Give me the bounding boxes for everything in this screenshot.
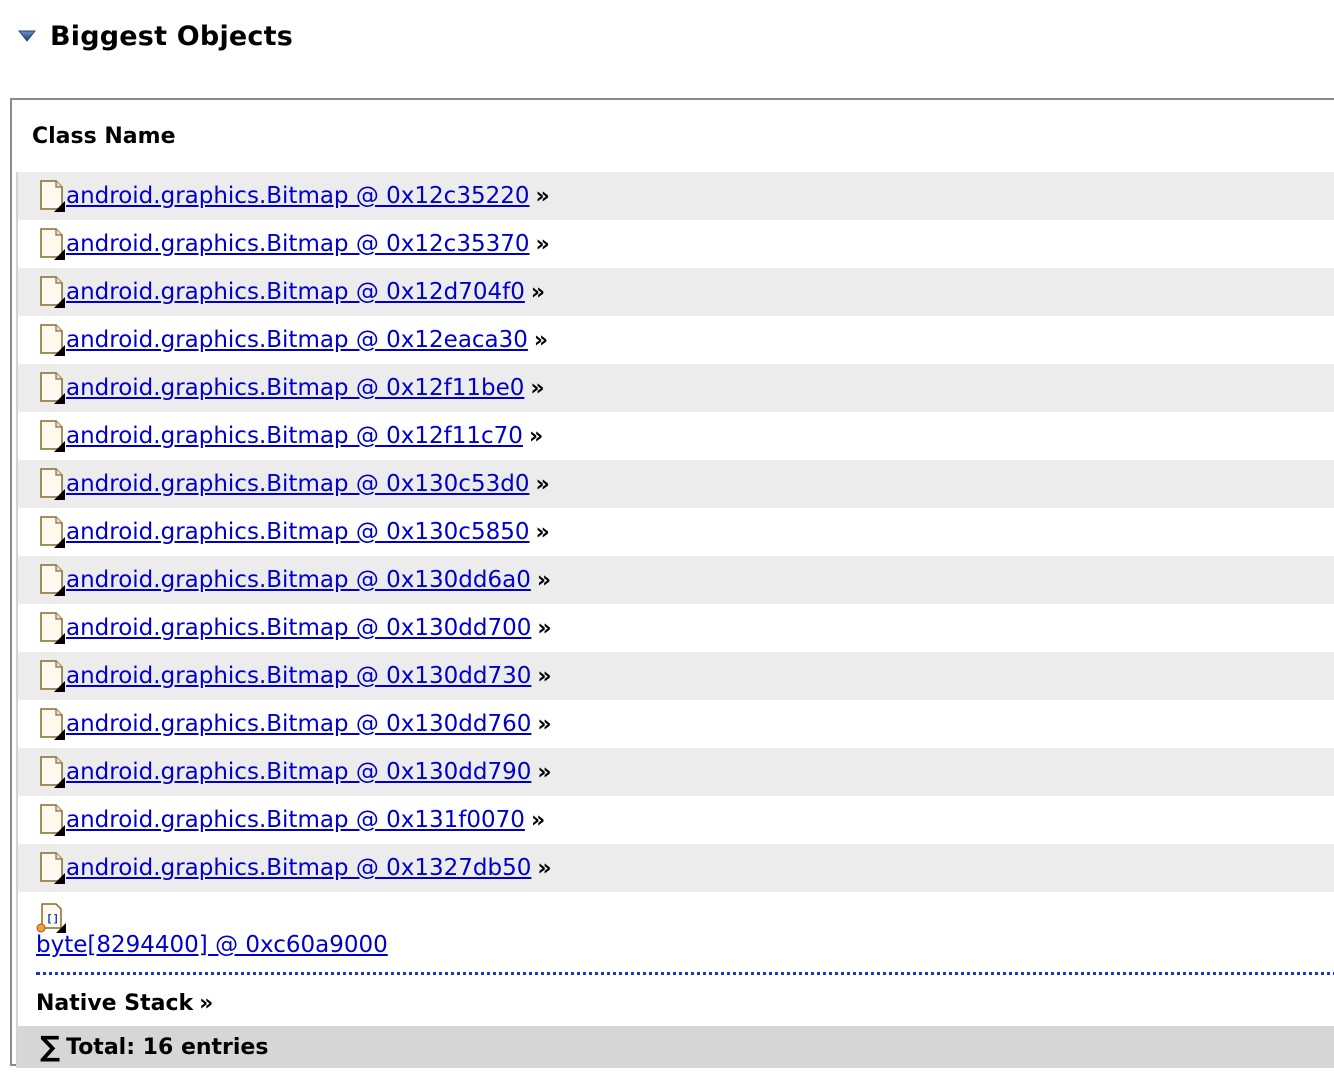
table-row: android.graphics.Bitmap @ 0x130c5850» (16, 508, 1334, 556)
object-link[interactable]: android.graphics.Bitmap @ 0x130dd700 (66, 615, 531, 641)
object-link[interactable]: android.graphics.Bitmap @ 0x130dd6a0 (66, 567, 531, 593)
table-row: android.graphics.Bitmap @ 0x12d704f0» (16, 268, 1334, 316)
table-row: android.graphics.Bitmap @ 0x12c35370» (16, 220, 1334, 268)
object-link[interactable]: android.graphics.Bitmap @ 0x12f11c70 (66, 423, 523, 449)
object-instance-icon (38, 803, 66, 837)
table-row: android.graphics.Bitmap @ 0x130dd700» (16, 604, 1334, 652)
table-row-byte-array: [] byte[8294400] @ 0xc60a9000 (16, 892, 1334, 980)
object-link[interactable]: android.graphics.Bitmap @ 0x12c35370 (66, 231, 529, 257)
table-row: android.graphics.Bitmap @ 0x130dd790» (16, 748, 1334, 796)
expand-chevron[interactable]: » (537, 760, 551, 785)
object-instance-icon (38, 659, 66, 693)
total-label: Total: 16 entries (66, 1034, 269, 1060)
object-link[interactable]: android.graphics.Bitmap @ 0x1327db50 (66, 855, 531, 881)
object-link[interactable]: android.graphics.Bitmap @ 0x131f0070 (66, 807, 525, 833)
byte-array-link[interactable]: byte[8294400] @ 0xc60a9000 (36, 932, 388, 958)
object-instance-icon (38, 371, 66, 405)
object-instance-icon (38, 515, 66, 549)
object-link[interactable]: android.graphics.Bitmap @ 0x130dd790 (66, 759, 531, 785)
biggest-objects-table: Class Name android.graphics.Bitmap @ 0x1… (10, 98, 1334, 1068)
expand-chevron[interactable]: » (531, 808, 545, 833)
expand-chevron[interactable]: » (530, 376, 544, 401)
section-title: Biggest Objects (50, 20, 294, 52)
expand-chevron[interactable]: » (535, 232, 549, 257)
table-row: android.graphics.Bitmap @ 0x131f0070» (16, 796, 1334, 844)
expand-chevron[interactable]: » (535, 184, 549, 209)
expand-chevron[interactable]: » (537, 616, 551, 641)
native-stack-expand[interactable]: » (199, 991, 213, 1016)
expand-chevron[interactable]: » (537, 568, 551, 593)
object-link[interactable]: android.graphics.Bitmap @ 0x130dd730 (66, 663, 531, 689)
table-row: android.graphics.Bitmap @ 0x12f11be0» (16, 364, 1334, 412)
object-instance-icon (38, 275, 66, 309)
object-instance-icon (38, 755, 66, 789)
table-row: android.graphics.Bitmap @ 0x130c53d0» (16, 460, 1334, 508)
object-instance-icon (38, 707, 66, 741)
object-link[interactable]: android.graphics.Bitmap @ 0x12d704f0 (66, 279, 525, 305)
object-link[interactable]: android.graphics.Bitmap @ 0x12eaca30 (66, 327, 528, 353)
object-link[interactable]: android.graphics.Bitmap @ 0x130c5850 (66, 519, 529, 545)
expand-chevron[interactable]: » (535, 472, 549, 497)
expand-chevron[interactable]: » (537, 664, 551, 689)
object-link[interactable]: android.graphics.Bitmap @ 0x130dd760 (66, 711, 531, 737)
object-instance-icon (38, 227, 66, 261)
total-row: ∑ Total: 16 entries (16, 1026, 1334, 1068)
expand-chevron[interactable]: » (535, 520, 549, 545)
expand-chevron[interactable]: » (534, 328, 548, 353)
array-object-icon: [] (36, 902, 70, 934)
object-link[interactable]: android.graphics.Bitmap @ 0x130c53d0 (66, 471, 529, 497)
expand-chevron[interactable]: » (537, 712, 551, 737)
table-row: android.graphics.Bitmap @ 0x12f11c70» (16, 412, 1334, 460)
table-body: android.graphics.Bitmap @ 0x12c35220» and… (16, 172, 1334, 1068)
dotted-divider (36, 972, 1334, 975)
sigma-icon: ∑ (40, 1030, 61, 1063)
object-link[interactable]: android.graphics.Bitmap @ 0x12f11be0 (66, 375, 524, 401)
object-instance-icon (38, 467, 66, 501)
object-instance-icon (38, 611, 66, 645)
object-instance-icon (38, 851, 66, 885)
expand-chevron[interactable]: » (537, 856, 551, 881)
table-row: android.graphics.Bitmap @ 0x12c35220» (16, 172, 1334, 220)
section-header: Biggest Objects (16, 14, 293, 58)
expand-chevron[interactable]: » (529, 424, 543, 449)
table-row: android.graphics.Bitmap @ 0x1327db50» (16, 844, 1334, 892)
svg-text:[]: [] (46, 912, 59, 925)
object-instance-icon (38, 419, 66, 453)
object-instance-icon (38, 563, 66, 597)
object-instance-icon (38, 323, 66, 357)
table-row: android.graphics.Bitmap @ 0x130dd6a0» (16, 556, 1334, 604)
table-row: android.graphics.Bitmap @ 0x130dd730» (16, 652, 1334, 700)
native-stack-label: Native Stack (36, 990, 194, 1016)
expand-chevron[interactable]: » (531, 280, 545, 305)
object-link[interactable]: android.graphics.Bitmap @ 0x12c35220 (66, 183, 529, 209)
collapse-triangle-icon[interactable] (16, 25, 38, 47)
column-header-class-name: Class Name (32, 124, 176, 149)
object-instance-icon (38, 179, 66, 213)
native-stack-row: Native Stack» (16, 980, 1334, 1026)
table-row: android.graphics.Bitmap @ 0x12eaca30» (16, 316, 1334, 364)
table-row: android.graphics.Bitmap @ 0x130dd760» (16, 700, 1334, 748)
